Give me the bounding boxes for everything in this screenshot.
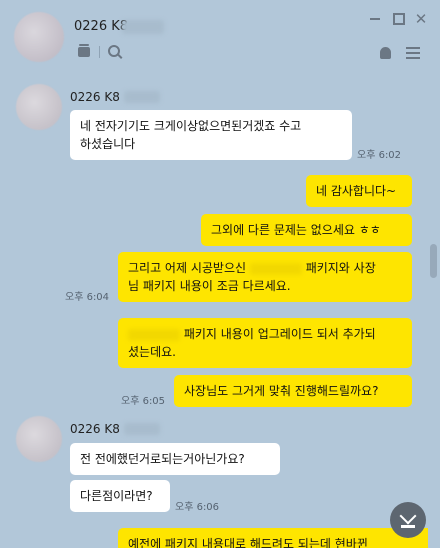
bell-icon[interactable] <box>376 44 394 62</box>
message-line: 하셨습니다 <box>80 137 136 151</box>
message-time: 오후 6:02 <box>357 150 402 161</box>
message-bubble[interactable]: 그리고 어제 시공받으신 패키지와 사장 님 패키지 내용이 조금 다르세요. <box>118 252 412 302</box>
menu-icon[interactable] <box>404 44 422 62</box>
redacted-text <box>128 328 180 341</box>
redacted-name <box>122 20 164 34</box>
search-icon[interactable] <box>106 43 124 61</box>
avatar[interactable] <box>16 416 62 462</box>
chat-title: 0226 K8 <box>74 19 129 34</box>
message-bubble[interactable]: 패키지 내용이 업그레이드 되서 추가되 셨는데요. <box>118 318 412 368</box>
chevron-down-icon <box>399 507 417 525</box>
message-time: 오후 6:05 <box>121 396 166 407</box>
message-text: 전 전에했던거로되는거아닌가요? <box>80 452 245 466</box>
chat-area[interactable]: 0226 K8 네 전자기기도 크게이상없으면된거겠죠 수고 하셨습니다 오후 … <box>0 74 428 548</box>
message-bubble[interactable]: 전 전에했던거로되는거아닌가요? <box>70 443 280 475</box>
minimize-button[interactable] <box>368 12 382 26</box>
message-text: 패키지 내용이 업그레이드 되서 추가되 <box>183 327 376 341</box>
redacted-text <box>249 262 302 275</box>
message-text: 그리고 어제 시공받으신 <box>128 261 247 275</box>
header-divider <box>99 46 100 58</box>
message-text: 사장님도 그거게 맞춰 진행해드릴까요? <box>184 384 379 398</box>
drawer-icon[interactable] <box>76 44 92 60</box>
message-text: 패키지와 사장 <box>305 261 376 275</box>
avatar[interactable] <box>16 84 62 130</box>
message-time: 오후 6:04 <box>65 292 110 303</box>
message-text: 그외에 다른 문제는 없으세요 ㅎㅎ <box>211 223 381 237</box>
message-line: 셨는데요. <box>128 345 176 359</box>
message-line: 님 패키지 내용이 조금 다르세요. <box>128 279 291 293</box>
message-bubble[interactable]: 네 전자기기도 크게이상없으면된거겠죠 수고 하셨습니다 <box>70 110 352 160</box>
maximize-button[interactable] <box>392 12 406 26</box>
scrollbar-thumb[interactable] <box>430 244 437 278</box>
message-line: 네 전자기기도 크게이상없으면된거겠죠 수고 <box>80 119 302 133</box>
sender-name: 0226 K8 <box>70 90 120 104</box>
profile-avatar[interactable] <box>14 12 64 62</box>
message-bubble[interactable]: 네 감사합니다~ <box>306 175 412 207</box>
message-bubble[interactable]: 사장님도 그거게 맞춰 진행해드릴까요? <box>174 375 412 407</box>
scroll-to-bottom-button[interactable] <box>390 502 426 538</box>
message-bubble[interactable]: 그외에 다른 문제는 없으세요 ㅎㅎ <box>201 214 412 246</box>
message-time: 오후 6:06 <box>175 502 220 513</box>
message-text: 네 감사합니다~ <box>316 184 397 198</box>
redacted-name <box>124 423 160 435</box>
message-bubble[interactable]: 다른점이라면? <box>70 480 170 512</box>
underline-bar <box>401 525 415 528</box>
sender-name: 0226 K8 <box>70 422 120 436</box>
chat-header: 0226 K8 ✕ <box>0 0 440 74</box>
message-text: 예전에 패키지 내용대로 해드려도 되는데 현바뀐 <box>128 537 368 548</box>
message-bubble[interactable]: 예전에 패키지 내용대로 해드려도 되는데 현바뀐 <box>118 528 428 548</box>
message-text: 다른점이라면? <box>80 489 153 503</box>
close-button[interactable]: ✕ <box>414 10 428 28</box>
redacted-name <box>124 91 160 103</box>
